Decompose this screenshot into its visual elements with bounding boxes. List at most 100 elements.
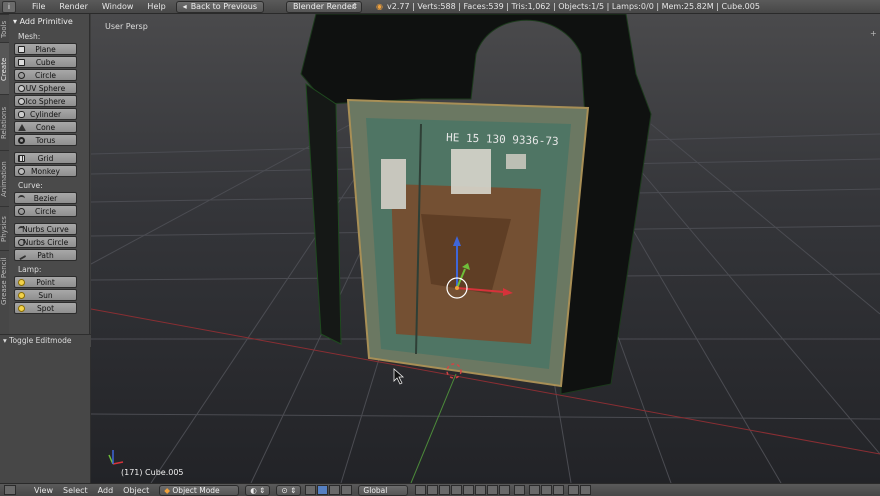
view-axes-icon xyxy=(108,450,124,465)
render-engine-select[interactable]: Blender Render ⇕ xyxy=(286,0,363,13)
active-object-label: (171) Cube.005 xyxy=(121,468,184,477)
tab-animation[interactable]: Animation xyxy=(0,150,9,207)
scene-stats: v2.77 | Verts:588 | Faces:539 | Tris:1,0… xyxy=(387,2,760,11)
y-axis-line xyxy=(410,373,457,483)
scale-manipulator-icon[interactable] xyxy=(341,485,353,495)
add-cube-button[interactable]: Cube xyxy=(14,56,77,68)
layer-icon[interactable] xyxy=(487,485,499,495)
menu-render[interactable]: Render xyxy=(59,2,87,11)
add-plane-button[interactable]: Plane xyxy=(14,43,77,55)
expand-properties-icon[interactable]: + xyxy=(870,30,877,38)
tab-tools[interactable]: Tools xyxy=(0,14,9,43)
render-animation-icon[interactable] xyxy=(580,485,592,495)
add-spot-lamp-label: Spot xyxy=(36,303,55,313)
add-cylinder-button[interactable]: Cylinder xyxy=(14,108,77,120)
uv-sphere-icon xyxy=(18,85,25,92)
tab-create[interactable]: Create xyxy=(0,42,9,95)
pivot-select[interactable]: ⊙ ⇕ xyxy=(276,484,302,496)
curve-circle-icon xyxy=(18,208,25,215)
add-uv-sphere-button[interactable]: UV Sphere xyxy=(14,82,77,94)
add-cone-button[interactable]: Cone xyxy=(14,121,77,133)
add-uv-sphere-label: UV Sphere xyxy=(25,83,66,93)
add-nurbs-circle-button[interactable]: Nurbs Circle xyxy=(14,236,77,248)
layer-icon[interactable] xyxy=(499,485,511,495)
tab-relations[interactable]: Relations xyxy=(0,94,9,151)
menu-file[interactable]: File xyxy=(32,2,45,11)
tab-grease-pencil[interactable]: Grease Pencil xyxy=(0,250,9,311)
add-ico-sphere-label: Ico Sphere xyxy=(25,96,66,106)
snap-element-icon[interactable] xyxy=(553,485,565,495)
back-to-previous-button[interactable]: ◂ Back to Previous xyxy=(175,0,265,13)
add-sun-lamp-button[interactable]: Sun xyxy=(14,289,77,301)
paper-notice xyxy=(451,149,491,194)
add-nurbs-curve-button[interactable]: Nurbs Curve xyxy=(14,223,77,235)
add-monkey-label: Monkey xyxy=(31,166,60,176)
tool-shelf: ▾ Add Primitive Mesh: Plane Cube Circle … xyxy=(9,14,90,334)
ico-sphere-icon xyxy=(18,98,25,105)
snap-icon[interactable] xyxy=(541,485,553,495)
mode-label: Object Mode xyxy=(172,485,220,495)
updown-icon: ⇕ xyxy=(351,1,359,11)
add-sun-lamp-label: Sun xyxy=(38,290,53,300)
add-nurbs-curve-label: Nurbs Curve xyxy=(22,224,69,234)
shading-select[interactable]: ◐ ⇕ xyxy=(245,484,271,496)
add-bezier-button[interactable]: Bezier xyxy=(14,192,77,204)
lock-layers-icon[interactable] xyxy=(514,485,526,495)
add-monkey-button[interactable]: Monkey xyxy=(14,165,77,177)
cylinder-icon xyxy=(18,111,25,118)
object-origin xyxy=(455,286,459,290)
info-header: i File Render Window Help ◂ Back to Prev… xyxy=(0,0,880,14)
point-lamp-icon xyxy=(18,279,25,286)
toggle-editmode-panel[interactable]: ▾ Toggle Editmode xyxy=(0,334,93,347)
arch-side xyxy=(305,83,342,345)
layer-icon[interactable] xyxy=(415,485,427,495)
layer-icon[interactable] xyxy=(451,485,463,495)
paper-scrap xyxy=(506,154,526,169)
add-spot-lamp-button[interactable]: Spot xyxy=(14,302,77,314)
add-grid-button[interactable]: Grid xyxy=(14,152,77,164)
grid-icon xyxy=(18,155,25,162)
toolshelf-scrollbar[interactable] xyxy=(89,32,90,242)
sun-lamp-icon xyxy=(18,292,25,299)
add-cone-label: Cone xyxy=(35,122,56,132)
menu-select[interactable]: Select xyxy=(63,486,88,495)
proportional-edit-icon[interactable] xyxy=(529,485,541,495)
layer-icon[interactable] xyxy=(463,485,475,495)
add-ico-sphere-button[interactable]: Ico Sphere xyxy=(14,95,77,107)
translate-manipulator-icon[interactable] xyxy=(317,485,329,495)
info-editor-icon[interactable]: i xyxy=(2,0,16,13)
layer-icon[interactable] xyxy=(475,485,487,495)
menu-view[interactable]: View xyxy=(34,486,53,495)
mode-select[interactable]: ◆ Object Mode xyxy=(159,484,240,496)
opengl-render-icon[interactable] xyxy=(568,485,580,495)
operator-panel xyxy=(0,347,91,483)
menu-object[interactable]: Object xyxy=(123,486,149,495)
view3d-editor-icon[interactable] xyxy=(4,485,16,495)
manipulator-toggle-icon[interactable] xyxy=(305,485,317,495)
menu-help[interactable]: Help xyxy=(147,2,165,11)
tab-physics[interactable]: Physics xyxy=(0,206,9,251)
add-path-button[interactable]: Path xyxy=(14,249,77,261)
add-primitive-title: Add Primitive xyxy=(19,17,73,26)
layer-icon[interactable] xyxy=(427,485,439,495)
path-icon xyxy=(16,250,27,261)
add-primitive-header[interactable]: ▾ Add Primitive xyxy=(9,14,89,28)
menu-add[interactable]: Add xyxy=(98,486,114,495)
transform-orientation-select[interactable]: Global xyxy=(358,484,409,496)
add-torus-button[interactable]: Torus xyxy=(14,134,77,146)
add-grid-label: Grid xyxy=(37,153,54,163)
blender-logo-icon: ◉ xyxy=(376,2,384,11)
monkey-icon xyxy=(18,168,25,175)
layer-icon[interactable] xyxy=(439,485,451,495)
mouse-pointer-icon xyxy=(393,368,405,385)
torus-icon xyxy=(18,137,25,144)
add-circle-button[interactable]: Circle xyxy=(14,69,77,81)
menu-window[interactable]: Window xyxy=(102,2,134,11)
orientation-label: Global xyxy=(363,485,388,495)
layer-buttons[interactable] xyxy=(414,485,511,495)
add-curve-circle-button[interactable]: Circle xyxy=(14,205,77,217)
add-point-lamp-button[interactable]: Point xyxy=(14,276,77,288)
rotate-manipulator-icon[interactable] xyxy=(329,485,341,495)
3d-viewport[interactable]: НЕ 15 130 9336-73 User Persp (171) Cube.… xyxy=(91,14,880,483)
add-nurbs-circle-label: Nurbs Circle xyxy=(22,237,69,247)
